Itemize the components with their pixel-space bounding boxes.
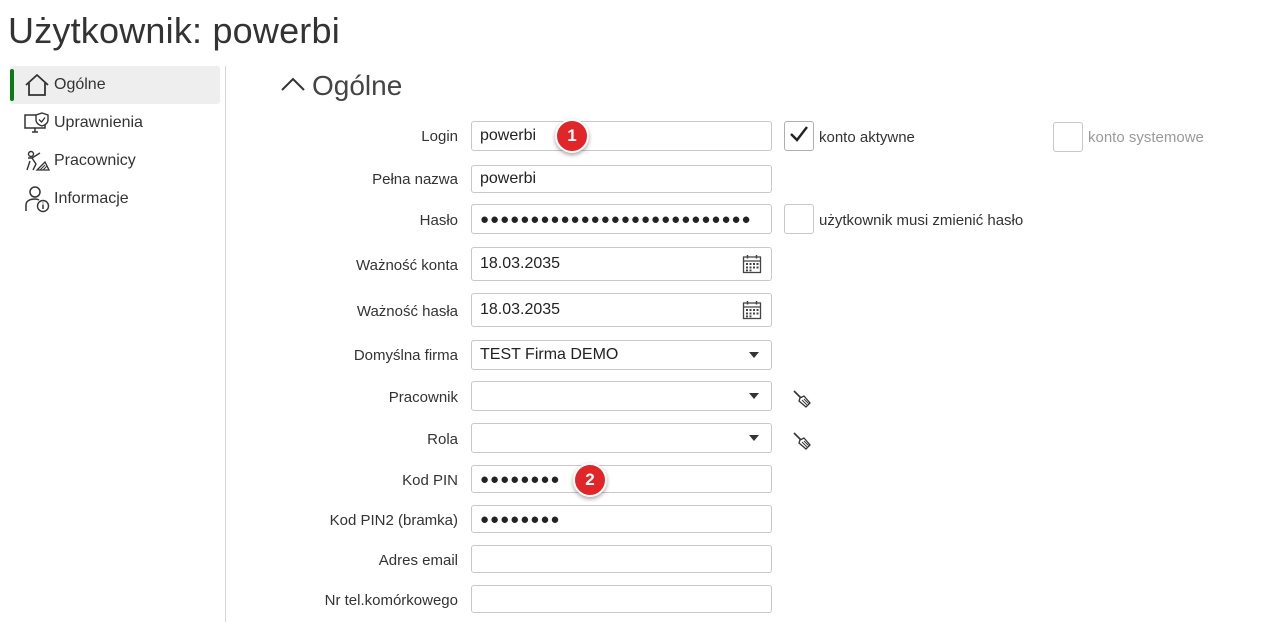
employee-select[interactable] — [471, 381, 772, 411]
employee-label: Pracownik — [388, 389, 458, 406]
step-badge-1: 1 — [555, 119, 589, 153]
sidebar-item-pracownicy[interactable]: Pracownicy — [10, 142, 220, 180]
home-icon — [22, 70, 52, 100]
pin2-value: ●●●●●●●● — [480, 510, 561, 528]
caret-down-icon — [747, 433, 761, 443]
login-label: Login — [421, 128, 458, 145]
default-company-value: TEST Firma DEMO — [480, 346, 619, 363]
workers-icon — [22, 146, 52, 176]
role-label: Rola — [427, 431, 458, 448]
chevron-up-icon — [280, 76, 306, 97]
account-validity-input[interactable]: 18.03.2035 — [471, 247, 772, 281]
clear-role-broom-icon[interactable] — [791, 430, 813, 452]
sidebar-item-informacje[interactable]: Informacje — [10, 180, 220, 218]
login-value: powerbi — [480, 127, 537, 144]
section-header-ogolne[interactable]: Ogólne — [280, 70, 402, 102]
sidebar-item-label: Informacje — [54, 190, 129, 207]
sidebar-item-label: Ogólne — [54, 76, 106, 93]
password-validity-value: 18.03.2035 — [480, 301, 561, 318]
sidebar-item-label: Pracownicy — [54, 152, 136, 169]
caret-down-icon — [747, 350, 761, 360]
pin2-input[interactable]: ●●●●●●●● — [471, 505, 772, 533]
full-name-label: Pełna nazwa — [372, 171, 458, 188]
password-validity-label: Ważność hasła — [356, 303, 458, 320]
sidebar-divider — [225, 66, 226, 622]
caret-down-icon — [747, 391, 761, 401]
section-title: Ogólne — [312, 70, 403, 101]
login-input[interactable]: powerbi — [471, 121, 772, 151]
role-select[interactable] — [471, 423, 772, 453]
account-validity-value: 18.03.2035 — [480, 255, 561, 272]
pin-value: ●●●●●●●● — [480, 470, 561, 488]
sidebar-item-label: Uprawnienia — [54, 114, 143, 131]
calendar-icon[interactable] — [741, 299, 763, 321]
pin2-label: Kod PIN2 (bramka) — [329, 512, 458, 529]
step-badge-2: 2 — [573, 463, 607, 497]
pin-input[interactable]: ●●●●●●●● — [471, 465, 772, 493]
clear-employee-broom-icon[interactable] — [791, 388, 813, 410]
mobile-label: Nr tel.komórkowego — [324, 592, 458, 609]
account-validity-label: Ważność konta — [356, 257, 458, 274]
must-change-password-label: użytkownik musi zmienić hasło — [819, 212, 1024, 229]
full-name-input[interactable]: powerbi — [471, 165, 772, 193]
page-title: Użytkownik: powerbi — [8, 10, 340, 51]
email-label: Adres email — [378, 552, 458, 569]
calendar-icon[interactable] — [741, 253, 763, 275]
mobile-input[interactable] — [471, 585, 772, 613]
active-account-checkbox[interactable] — [784, 121, 814, 151]
user-info-icon — [22, 184, 52, 214]
system-account-checkbox[interactable] — [1053, 122, 1083, 152]
default-company-label: Domyślna firma — [353, 347, 458, 364]
default-company-select[interactable]: TEST Firma DEMO — [471, 340, 772, 370]
checkmark-icon — [789, 125, 809, 148]
password-label: Hasło — [419, 212, 458, 229]
monitor-shield-icon — [22, 108, 52, 138]
pin-label: Kod PIN — [402, 472, 458, 489]
email-input[interactable] — [471, 545, 772, 573]
active-account-label: konto aktywne — [819, 129, 915, 146]
full-name-value: powerbi — [480, 170, 537, 187]
system-account-label: konto systemowe — [1088, 129, 1204, 146]
password-validity-input[interactable]: 18.03.2035 — [471, 293, 772, 327]
sidebar-item-uprawnienia[interactable]: Uprawnienia — [10, 104, 220, 142]
password-value: ●●●●●●●●●●●●●●●●●●●●●●●●●●● — [480, 210, 752, 228]
password-input[interactable]: ●●●●●●●●●●●●●●●●●●●●●●●●●●● — [471, 204, 772, 234]
sidebar-item-ogolne[interactable]: Ogólne — [10, 66, 220, 104]
must-change-password-checkbox[interactable] — [784, 204, 814, 234]
